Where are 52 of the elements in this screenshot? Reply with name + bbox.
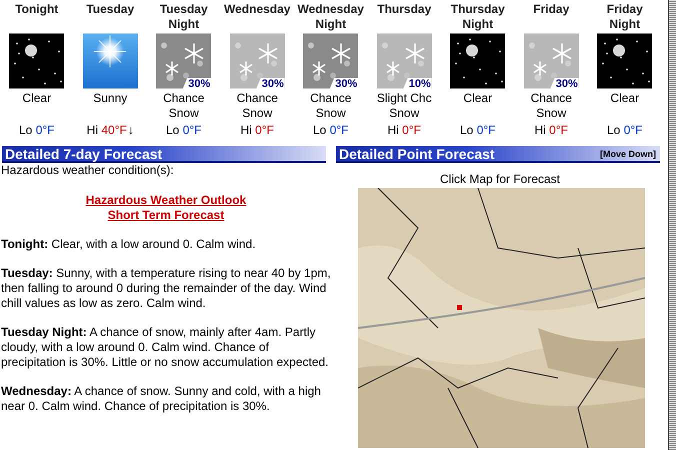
precip-chance-badge: 10% <box>402 78 432 90</box>
period-title: Wednesday Night <box>298 1 364 32</box>
hazard-link[interactable]: Hazardous Weather Outlook <box>86 193 246 208</box>
condition-text: Chance Snow <box>309 91 352 121</box>
section-title: Detailed Point Forecast <box>339 146 495 162</box>
moon-icon <box>450 32 506 90</box>
condition-text: Chance Snow <box>162 91 206 121</box>
moon-icon <box>9 32 64 90</box>
condition-text: Slight Chc Snow <box>376 91 433 121</box>
snowflake-icon <box>524 32 579 90</box>
temperature-text: Lo 0°F <box>166 123 202 138</box>
map-caption: Click Map for Forecast <box>440 172 560 187</box>
section-title: Detailed 7-day Forecast <box>5 146 162 162</box>
temperature-text: Lo 0°F <box>19 123 54 138</box>
temperature-text: Hi 40°F↓ <box>86 123 134 138</box>
forecast-paragraph: Wednesday: A chance of snow. Sunny and cold, with a high near 0. Calm wind. Chance of precipitation is 30%. <box>0 384 322 414</box>
forecast-paragraph: Tonight: Clear, with a low around 0. Calm wind. <box>0 237 257 252</box>
forecast-paragraph: Tuesday: Sunny, with a temperature rising to near 40 by 1pm, then falling to around 0 during the remainder of the day. Wind chill values as low as zero. Calm wind. <box>0 266 332 311</box>
condition-text: Clear <box>21 91 52 107</box>
condition-text: Chance Snow <box>530 91 573 121</box>
moon-icon <box>597 32 652 90</box>
period-title: Friday Night <box>606 1 643 32</box>
snowflake-icon <box>303 32 358 90</box>
condition-text: Clear <box>609 91 640 107</box>
move-down-link[interactable]: [Move Down] <box>600 148 656 158</box>
temperature-text: Hi 0°F <box>240 123 274 138</box>
period-title: Tuesday Night <box>160 1 208 32</box>
hazard-label: Hazardous weather condition(s): <box>0 163 175 178</box>
precip-chance-badge: 30% <box>256 78 285 90</box>
precip-chance-badge: 30% <box>182 78 212 90</box>
period-title: Wednesday <box>224 1 290 18</box>
temperature-text: Lo 0°F <box>460 123 496 138</box>
condition-text: Clear <box>462 91 494 107</box>
snowflake-icon <box>156 32 212 90</box>
hazard-link[interactable]: Short Term Forecast <box>108 208 224 223</box>
sun-icon <box>82 32 138 90</box>
snowflake-icon <box>230 32 285 90</box>
temperature-text: Hi 0°F <box>388 123 421 138</box>
precip-chance-badge: 30% <box>550 78 579 90</box>
period-title: Tuesday <box>86 1 134 18</box>
temperature-text: Lo 0°F <box>313 123 348 138</box>
temperature-text: Lo 0°F <box>607 123 642 138</box>
forecast-paragraph: Tuesday Night: A chance of snow, mainly after 4am. Partly cloudy, with a low around 0. Calm wind. Chance of precipitation is 30%. Little or no snow accumulation expected. <box>0 325 330 370</box>
precip-chance-badge: 30% <box>329 78 358 90</box>
condition-text: Sunny <box>92 91 128 107</box>
period-title: Thursday <box>377 1 432 18</box>
snowflake-icon <box>376 32 432 90</box>
temperature-text: Hi 0°F <box>534 123 568 138</box>
period-title: Thursday Night <box>450 1 505 32</box>
condition-text: Chance Snow <box>236 91 279 121</box>
period-title: Tonight <box>15 1 58 18</box>
period-title: Friday <box>533 1 570 18</box>
